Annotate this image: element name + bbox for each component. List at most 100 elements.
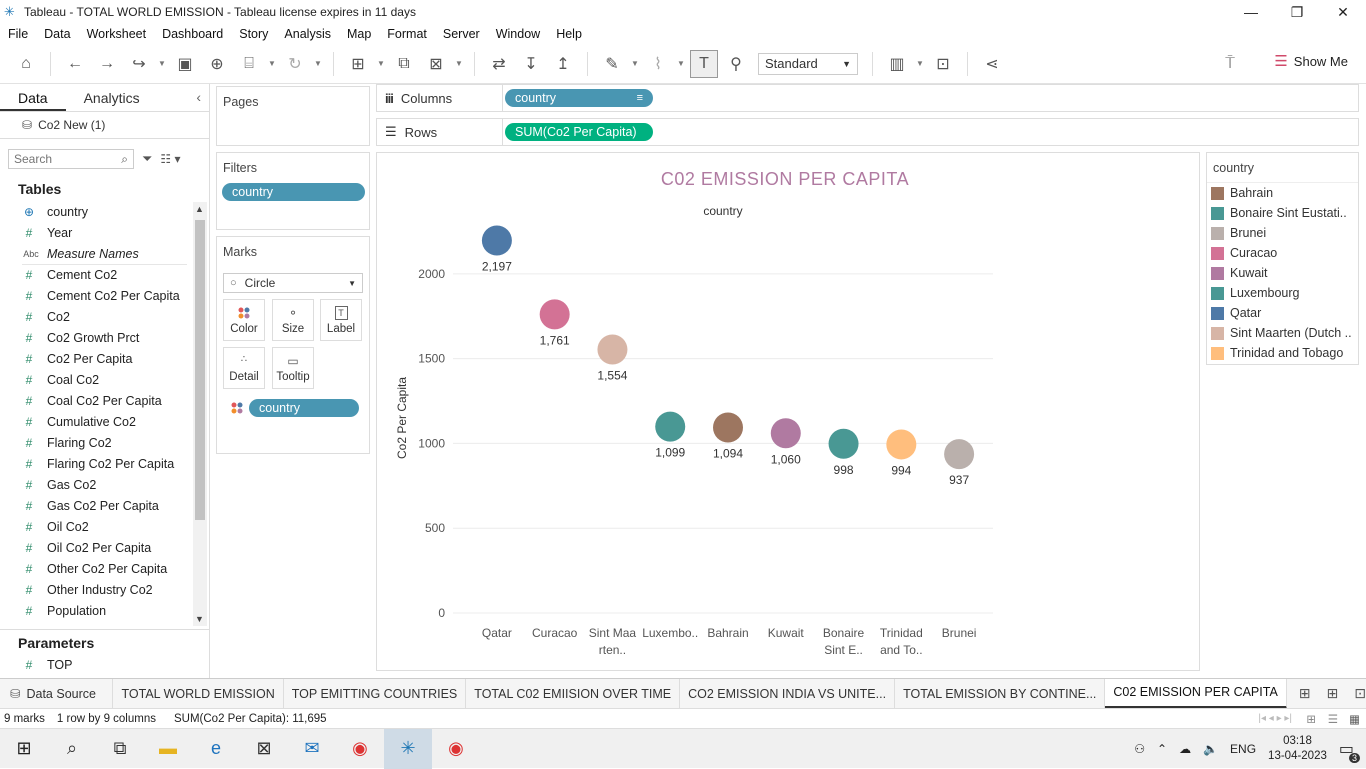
sheet-tab-active[interactable]: C02 EMISSION PER CAPITA xyxy=(1105,678,1287,709)
chrome-icon[interactable]: ◉ xyxy=(432,729,480,769)
refresh-icon[interactable]: ↻ xyxy=(281,50,309,78)
marks-pill-country[interactable]: country xyxy=(249,399,359,417)
columns-pill-country[interactable]: country ≡ xyxy=(505,89,653,107)
field-item[interactable]: # Population xyxy=(0,600,209,619)
field-item[interactable]: # Oil Co2 Per Capita xyxy=(0,537,209,558)
duplicate-icon[interactable]: ⧉ xyxy=(390,50,418,78)
restore-button[interactable]: ❐ xyxy=(1274,0,1320,24)
filter-pill-country[interactable]: country xyxy=(222,183,365,201)
parameter-item[interactable]: # TOP xyxy=(0,652,209,673)
field-item[interactable]: # Year xyxy=(0,222,209,243)
data-point[interactable] xyxy=(655,411,686,442)
field-item[interactable]: # Gas Co2 Per Capita xyxy=(0,495,209,516)
field-item[interactable]: # Coal Co2 xyxy=(0,369,209,390)
field-item[interactable]: # Oil Co2 xyxy=(0,516,209,537)
replay-icon[interactable]: ↪ xyxy=(125,50,153,78)
language-indicator[interactable]: ENG xyxy=(1230,742,1256,756)
field-item[interactable]: # Other Co2 Per Capita xyxy=(0,558,209,579)
file-explorer-icon[interactable]: ▬ xyxy=(144,729,192,769)
fit-select[interactable]: Standard ▼ xyxy=(758,52,858,75)
people-icon[interactable]: ⚇ xyxy=(1134,742,1145,756)
list-view-icon[interactable]: ☰ xyxy=(1328,712,1338,726)
view-options-icon[interactable]: ☷ ▾ xyxy=(160,152,180,166)
chevron-down-icon[interactable]: ▼ xyxy=(195,614,204,624)
sheet-tab[interactable]: TOP EMITTING COUNTRIES xyxy=(284,678,467,709)
chevron-up-icon[interactable]: ▲ xyxy=(195,204,204,214)
show-me-button[interactable]: ☰ Show Me xyxy=(1274,52,1348,70)
menu-window[interactable]: Window xyxy=(488,27,548,41)
share-icon[interactable]: ⋖ xyxy=(978,50,1006,78)
new-worksheet-icon[interactable]: ⊞ xyxy=(1299,685,1311,702)
menu-data[interactable]: Data xyxy=(36,27,78,41)
tab-analytics[interactable]: Analytics xyxy=(66,84,158,111)
format-painter-icon[interactable]: ⍑ xyxy=(1216,50,1244,78)
label-button[interactable]: T Label xyxy=(320,299,362,341)
legend-item[interactable]: Sint Maarten (Dutch .. xyxy=(1207,323,1358,343)
data-point[interactable] xyxy=(886,429,917,460)
field-item[interactable]: Abc Measure Names xyxy=(0,243,209,264)
data-point[interactable] xyxy=(597,334,628,365)
data-point[interactable] xyxy=(481,225,512,256)
data-point[interactable] xyxy=(770,418,801,449)
legend-item[interactable]: Curacao xyxy=(1207,243,1358,263)
chevron-down-icon[interactable]: ▼ xyxy=(267,50,277,78)
scrollbar-thumb[interactable] xyxy=(195,220,205,520)
field-item[interactable]: # Other Industry Co2 xyxy=(0,579,209,600)
data-point[interactable] xyxy=(944,439,975,470)
filter-icon[interactable]: ⏷ xyxy=(142,151,152,167)
chevron-down-icon[interactable]: ▼ xyxy=(915,50,925,78)
data-point[interactable] xyxy=(539,299,570,330)
mail-icon[interactable]: ✉ xyxy=(288,729,336,769)
detail-button[interactable]: ∴ Detail xyxy=(223,347,265,389)
field-item[interactable]: # Co2 Per Capita xyxy=(0,348,209,369)
new-worksheet-icon[interactable]: ⊞ xyxy=(344,50,372,78)
legend-item[interactable]: Qatar xyxy=(1207,303,1358,323)
new-datasource-icon[interactable]: ⊕ xyxy=(203,50,231,78)
scatter-chart[interactable]: C02 EMISSION PER CAPITA country Co2 Per Ca… xyxy=(377,153,1199,670)
mark-type-select[interactable]: ○ Circle ▼ xyxy=(223,273,363,293)
data-point[interactable] xyxy=(828,428,859,459)
tab-data[interactable]: Data xyxy=(0,84,66,111)
sheet-tab[interactable]: TOTAL EMISSION BY CONTINE... xyxy=(895,678,1106,709)
sheet-tab[interactable]: TOTAL WORLD EMISSION xyxy=(113,678,284,709)
legend-item[interactable]: Bonaire Sint Eustati.. xyxy=(1207,203,1358,223)
clear-sheet-icon[interactable]: ⊠ xyxy=(422,50,450,78)
show-labels-icon[interactable]: T xyxy=(690,49,718,78)
sheet-nav-icons[interactable]: |◂ ◂ ▸ ▸| xyxy=(1258,713,1292,724)
sort-descending-icon[interactable]: ↥ xyxy=(549,50,577,78)
field-item[interactable]: # Cumulative Co2 xyxy=(0,411,209,432)
chevron-down-icon[interactable]: ▼ xyxy=(454,50,464,78)
filmstrip-view-icon[interactable]: ▦ xyxy=(1349,712,1360,726)
chrome-icon[interactable]: ◉ xyxy=(336,729,384,769)
tooltip-button[interactable]: ▭ Tooltip xyxy=(272,347,314,389)
legend-item[interactable]: Kuwait xyxy=(1207,263,1358,283)
chevron-up-icon[interactable]: ⌃ xyxy=(1157,742,1167,756)
chevron-down-icon[interactable]: ▼ xyxy=(313,50,323,78)
field-item[interactable]: # Cement Co2 xyxy=(22,264,187,285)
close-button[interactable]: ✕ xyxy=(1320,0,1366,24)
show-cards-icon[interactable]: ▥ xyxy=(883,50,911,78)
new-story-icon[interactable]: ⊡ xyxy=(1354,685,1366,702)
size-button[interactable]: ⚬ Size xyxy=(272,299,314,341)
datasource-item[interactable]: ⛁ Co2 New (1) xyxy=(0,112,209,138)
sort-ascending-icon[interactable]: ↧ xyxy=(517,50,545,78)
search-icon[interactable]: ⌕ xyxy=(48,729,96,769)
menu-server[interactable]: Server xyxy=(435,27,488,41)
menu-map[interactable]: Map xyxy=(339,27,379,41)
menu-format[interactable]: Format xyxy=(379,27,435,41)
volume-icon[interactable]: 🔈 xyxy=(1203,742,1218,756)
menu-file[interactable]: File xyxy=(0,27,36,41)
field-list-scrollbar[interactable]: ▲ ▼ xyxy=(193,202,207,626)
chevron-down-icon[interactable]: ▼ xyxy=(157,50,167,78)
menu-help[interactable]: Help xyxy=(548,27,590,41)
network-icon[interactable]: ☁ xyxy=(1179,742,1191,756)
field-item[interactable]: # Flaring Co2 Per Capita xyxy=(0,453,209,474)
notifications-icon[interactable]: ▭ 3 xyxy=(1339,739,1360,763)
pin-icon[interactable]: ⚲ xyxy=(722,50,750,78)
task-view-icon[interactable]: ⧉ xyxy=(96,729,144,769)
field-item[interactable]: # Coal Co2 Per Capita xyxy=(0,390,209,411)
edge-icon[interactable]: e xyxy=(192,729,240,769)
windows-start-icon[interactable]: ⊞ xyxy=(0,729,48,769)
new-dashboard-icon[interactable]: ⊞ xyxy=(1327,685,1339,702)
sheet-tab[interactable]: CO2 EMISSION INDIA VS UNITE... xyxy=(680,678,896,709)
